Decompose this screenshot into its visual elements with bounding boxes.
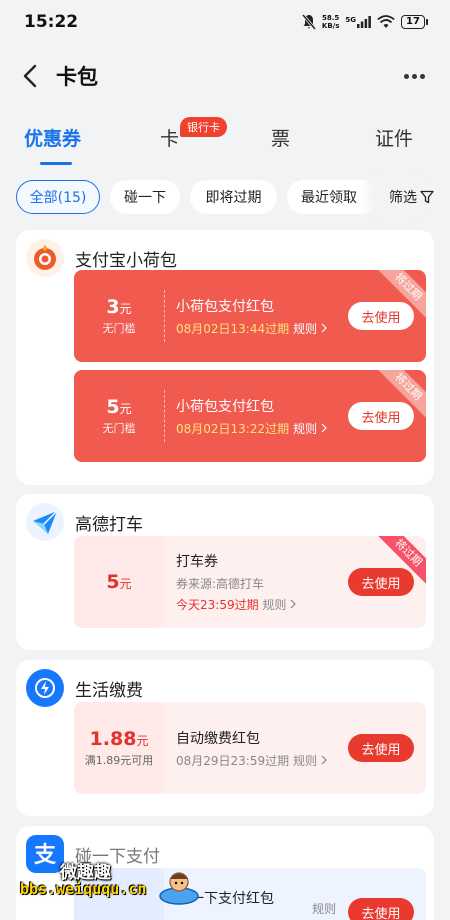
cell-signal: 5G — [345, 16, 371, 28]
chevron-right-icon — [321, 423, 327, 432]
chevron-right-icon — [321, 755, 327, 764]
filter-chip-all[interactable]: 全部(15) — [16, 180, 100, 214]
header: 卡包 — [0, 50, 450, 102]
lightning-logo-icon — [26, 669, 64, 707]
status-icons: 58.5 KB/s 5G 17 — [301, 14, 428, 30]
xiaohebao-logo-icon — [26, 239, 64, 277]
filter-bar: 全部(15) 碰一下 即将过期 最近领取 筛选 — [0, 178, 450, 218]
coupon-group-amap-taxi: 高德打车 5元 打车券 券来源:高德打车 今天23:59过期 规则 将过期 去使… — [16, 494, 434, 650]
chevron-right-icon — [321, 323, 327, 332]
coupon-condition: 满1.89元可用 — [84, 754, 154, 767]
status-time: 15:22 — [24, 12, 79, 32]
coupon-card[interactable]: 3元 无门槛 小荷包支付红包 08月02日13:44过期 规则 将过期 去使用 — [74, 270, 426, 362]
rule-link[interactable]: 规则 — [312, 900, 336, 917]
filter-label: 筛选 — [389, 190, 417, 206]
bank-card-badge: 银行卡 — [180, 117, 227, 137]
coupon-title: 小荷包支付红包 — [176, 298, 274, 315]
coupon-group-xiaohebao: 支付宝小荷包 3元 无门槛 小荷包支付红包 08月02日13:44过期 规则 将… — [16, 230, 434, 485]
merchant-name: 生活缴费 — [75, 680, 143, 701]
tab-bar: 优惠券 卡 银行卡 票 证件 — [0, 117, 450, 166]
mascot-icon — [159, 872, 199, 905]
coupon-title: 小荷包支付红包 — [176, 398, 274, 415]
status-bar: 15:22 58.5 KB/s 5G 17 — [0, 0, 450, 44]
coupon-amount: 5元 — [106, 571, 132, 593]
use-button[interactable]: 去使用 — [348, 734, 414, 762]
tab-active-indicator — [40, 162, 72, 165]
coupon-group-utilities: 生活缴费 1.88元 满1.89元可用 自动缴费红包 08月29日23:59过期… — [16, 660, 434, 816]
tab-cards[interactable]: 卡 — [160, 124, 179, 151]
tab-coupons[interactable]: 优惠券 — [24, 124, 81, 151]
page-title: 卡包 — [56, 65, 98, 89]
coupon-condition: 无门槛 — [102, 322, 136, 335]
coupon-expiry: 08月02日13:44过期 规则 — [176, 320, 327, 337]
coupon-expiry: 08月02日13:22过期 规则 — [176, 420, 327, 437]
coupon-expiry: 08月29日23:59过期 规则 — [176, 752, 327, 769]
use-button[interactable]: 去使用 — [348, 302, 414, 330]
use-button[interactable]: 去使用 — [348, 898, 414, 920]
funnel-icon — [420, 190, 434, 204]
mute-bell-icon — [301, 14, 316, 30]
chevron-right-icon — [290, 599, 297, 609]
use-button[interactable]: 去使用 — [348, 402, 414, 430]
coupon-card[interactable]: 5元 打车券 券来源:高德打车 今天23:59过期 规则 将过期 去使用 — [74, 536, 426, 628]
filter-chip-tap[interactable]: 碰一下 — [110, 180, 180, 214]
filter-chip-recent[interactable]: 最近领取 — [287, 180, 377, 214]
back-button[interactable] — [0, 50, 60, 102]
wifi-icon — [377, 15, 395, 28]
filter-chip-expiring[interactable]: 即将过期 — [190, 180, 277, 214]
coupon-condition: 无门槛 — [102, 422, 136, 435]
more-dot-icon — [403, 73, 409, 79]
net-speed: 58.5 KB/s — [321, 14, 340, 30]
rule-link[interactable]: 规则 — [262, 598, 297, 612]
amap-logo-icon — [26, 503, 64, 541]
signal-icon — [357, 16, 371, 28]
rule-link[interactable]: 规则 — [293, 322, 327, 336]
more-button[interactable] — [392, 60, 436, 92]
coupon-amount: 1.88元 — [89, 728, 149, 750]
use-button[interactable]: 去使用 — [348, 568, 414, 596]
back-arrow-icon — [23, 64, 37, 88]
coupon-amount: 3元 — [106, 296, 132, 318]
merchant-name: 支付宝小荷包 — [75, 250, 177, 271]
coupon-expiry: 今天23:59过期 规则 — [176, 596, 297, 613]
filter-button[interactable]: 筛选 — [377, 180, 434, 214]
coupon-card[interactable]: 5元 无门槛 小荷包支付红包 08月02日13:22过期 规则 将过期 去使用 — [74, 370, 426, 462]
watermark: 微趣趣 bbs.weiququ.cn — [20, 858, 220, 910]
tab-tickets[interactable]: 票 — [271, 124, 290, 151]
coupon-title: 自动缴费红包 — [176, 730, 260, 747]
coupon-amount: 5元 — [106, 396, 132, 418]
merchant-name: 高德打车 — [75, 514, 143, 535]
rule-link[interactable]: 规则 — [293, 422, 327, 436]
watermark-url: bbs.weiququ.cn — [20, 880, 147, 898]
coupon-source: 券来源:高德打车 — [176, 577, 265, 591]
coupon-title: 打车券 — [176, 554, 218, 570]
coupon-card[interactable]: 1.88元 满1.89元可用 自动缴费红包 08月29日23:59过期 规则 去… — [74, 702, 426, 794]
tab-ids[interactable]: 证件 — [375, 124, 413, 151]
rule-link[interactable]: 规则 — [293, 754, 327, 768]
battery-indicator: 17 — [401, 15, 428, 29]
